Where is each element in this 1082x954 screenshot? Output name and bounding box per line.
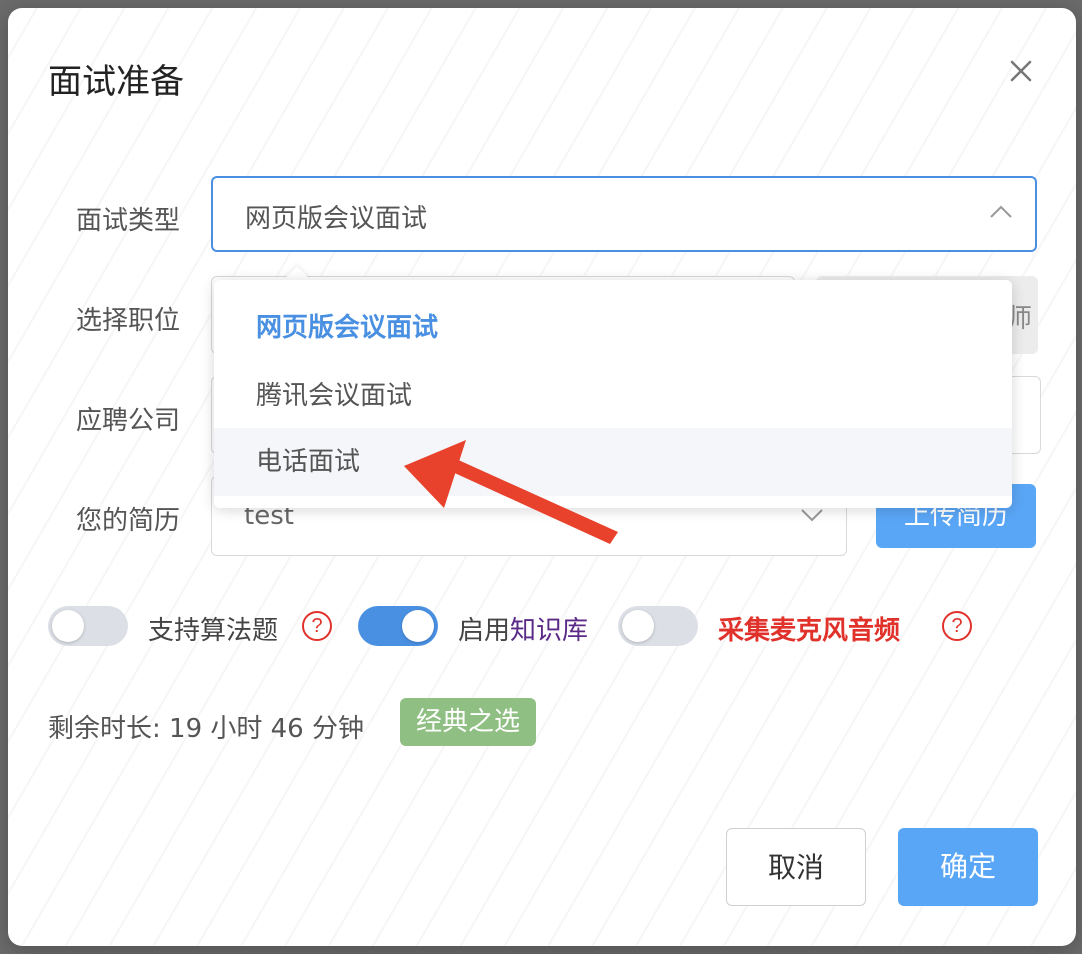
toggle-knob — [622, 610, 654, 642]
algorithm-toggle[interactable] — [48, 606, 128, 646]
confirm-button[interactable]: 确定 — [898, 828, 1038, 906]
toggle-knob — [52, 610, 84, 642]
mic-label: 采集麦克风音频 — [718, 616, 901, 646]
position-label: 选择职位 — [76, 306, 181, 336]
interview-type-label: 面试类型 — [76, 206, 181, 236]
toggle-knob — [402, 610, 434, 642]
cancel-button[interactable]: 取消 — [726, 828, 866, 906]
dialog-title: 面试准备 — [48, 62, 184, 102]
company-label: 应聘公司 — [76, 406, 181, 436]
knowledge-prefix: 启用 — [458, 616, 511, 646]
algorithm-label: 支持算法题 — [148, 616, 279, 646]
algorithm-help-icon[interactable]: ? — [302, 611, 332, 641]
remaining-time: 剩余时长: 19 小时 46 分钟 — [48, 714, 364, 744]
interview-prep-dialog: 面试准备 面试类型 选择职位 应聘公司 您的简历 网页版会议面试 师 test … — [8, 8, 1076, 946]
knowledge-label: 启用知识库 — [458, 610, 588, 647]
mic-help-icon[interactable]: ? — [942, 611, 972, 641]
chevron-down-icon — [800, 507, 824, 527]
knowledge-toggle[interactable] — [358, 606, 438, 646]
knowledge-base-link[interactable]: 知识库 — [510, 616, 588, 646]
interview-type-value: 网页版会议面试 — [245, 204, 428, 234]
dropdown-option-web-meeting[interactable]: 网页版会议面试 — [214, 294, 1012, 362]
mic-toggle[interactable] — [618, 606, 698, 646]
interview-type-select[interactable]: 网页版会议面试 — [211, 176, 1037, 252]
chevron-up-icon — [989, 204, 1013, 224]
resume-label: 您的简历 — [76, 506, 181, 536]
plan-badge: 经典之选 — [400, 698, 536, 746]
red-arrow-annotation — [404, 440, 624, 554]
dropdown-option-tencent-meeting[interactable]: 腾讯会议面试 — [214, 362, 1012, 430]
close-icon[interactable] — [1004, 54, 1038, 88]
